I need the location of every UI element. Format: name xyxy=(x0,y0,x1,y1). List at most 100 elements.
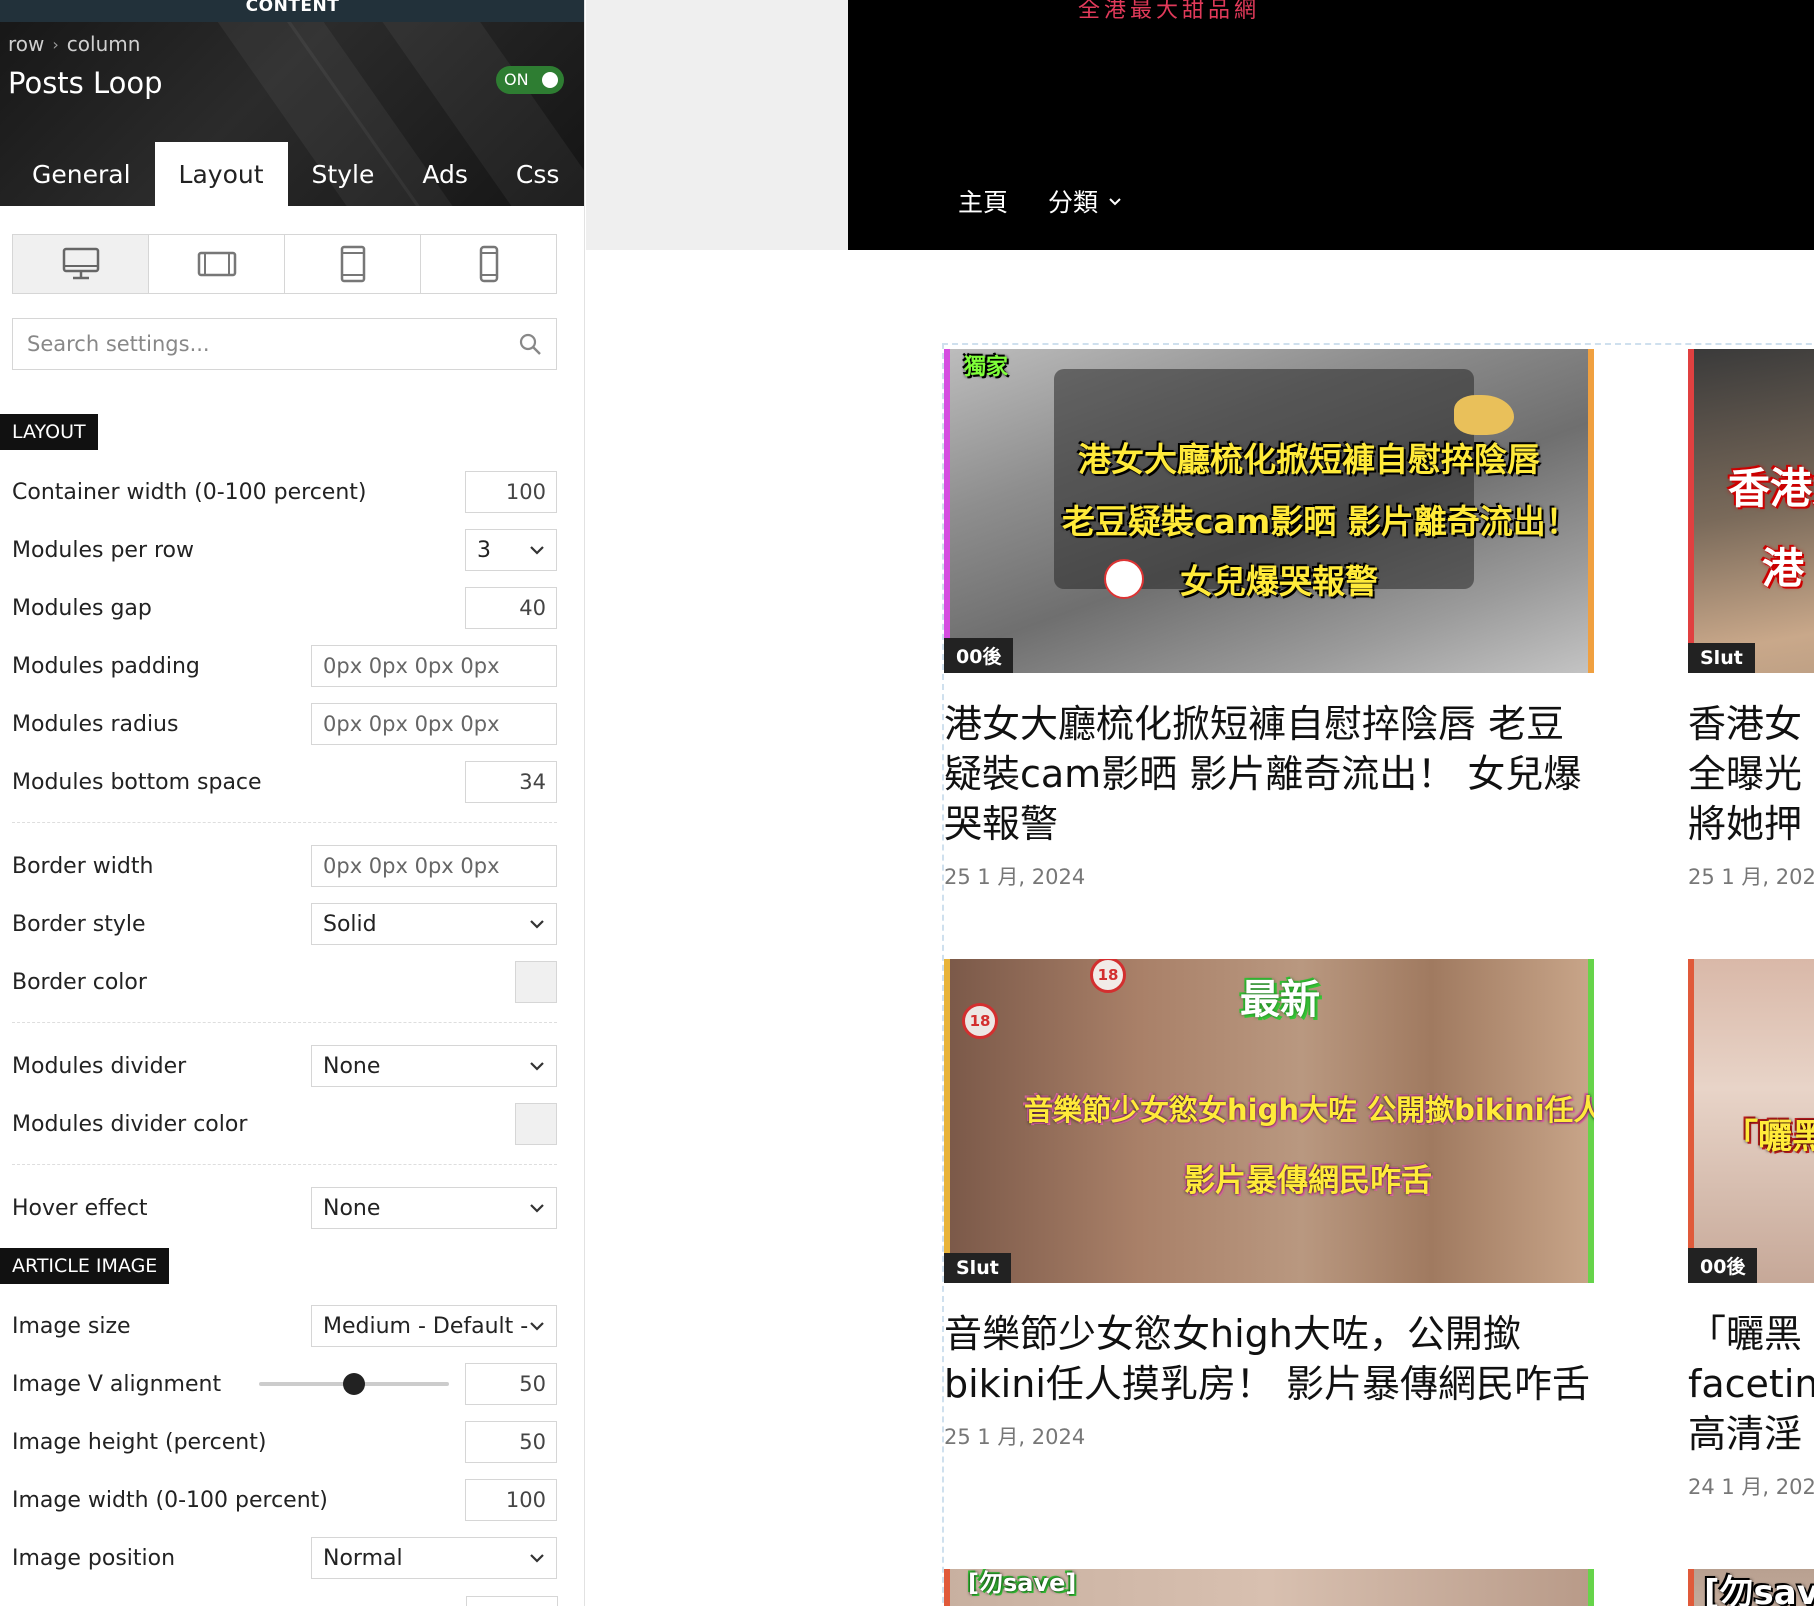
modules-divider-color-label: Modules divider color xyxy=(12,1111,248,1137)
modules-padding-row: Modules padding 0px 0px 0px 0px xyxy=(12,644,557,688)
chevron-down-icon xyxy=(1109,197,1121,205)
post-thumbnail[interactable]: 「曬黑版 00後 xyxy=(1688,959,1814,1283)
category-badge[interactable]: 00後 xyxy=(1688,1248,1758,1283)
device-phone-button[interactable] xyxy=(421,235,556,293)
save-label: [勿save] xyxy=(968,1569,1077,1597)
post-card[interactable]: 香港女 港 Slut 香港女 全曝光 將她押 25 1 月, 2024 xyxy=(1688,349,1814,891)
hover-effect-select[interactable]: None xyxy=(311,1187,557,1229)
image-v-alignment-input[interactable]: 50 xyxy=(465,1363,557,1405)
tab-layout[interactable]: Layout xyxy=(154,142,288,206)
modules-bottom-space-input[interactable]: 34 xyxy=(465,761,557,803)
border-style-value: Solid xyxy=(323,911,377,937)
exclusive-badge: 獨家 xyxy=(964,355,1009,380)
post-thumbnail[interactable]: [勿save xyxy=(1688,1569,1814,1606)
chevron-down-icon xyxy=(530,546,544,555)
image-size-row: Image size Medium - Default - xyxy=(12,1304,557,1348)
post-date: 25 1 月, 2024 xyxy=(944,1425,1086,1449)
post-card[interactable]: 獨家 港女大廳梳化掀短褲自慰捽陰唇 老豆疑裝cam影晒 影片離奇流出！ 女兒爆哭… xyxy=(944,349,1594,891)
image-size-select[interactable]: Medium - Default - xyxy=(311,1305,557,1347)
nav-item-categories[interactable]: 分類 xyxy=(1048,183,1122,219)
post-thumbnail[interactable]: 18 18 最新 音樂節少女慾女high大咗 公開撳bikini任人摸乳房! 影… xyxy=(944,959,1594,1283)
overlay-line: 港 xyxy=(1762,544,1805,593)
image-position-row: Image position Normal xyxy=(12,1536,557,1580)
image-height-row: Image height (percent) 50 xyxy=(12,1420,557,1464)
device-tablet-landscape-button[interactable] xyxy=(149,235,285,293)
modules-gap-label: Modules gap xyxy=(12,595,152,621)
category-badge[interactable]: Slut xyxy=(944,1253,1011,1283)
slider-thumb[interactable] xyxy=(343,1373,365,1395)
modules-radius-label: Modules radius xyxy=(12,711,179,737)
post-date: 24 1 月, 2024 xyxy=(1688,1475,1814,1499)
post-card[interactable]: 18 18 最新 音樂節少女慾女high大咗 公開撳bikini任人摸乳房! 影… xyxy=(944,959,1594,1451)
modules-divider-color-swatch[interactable] xyxy=(515,1103,557,1145)
category-badge[interactable]: 00後 xyxy=(944,638,1014,673)
post-title[interactable]: 港女大廳梳化掀短褲自慰捽陰唇 老豆疑裝cam影晒 影片離奇流出！ 女兒爆哭報警 xyxy=(944,699,1594,849)
device-tablet-portrait-button[interactable] xyxy=(285,235,421,293)
post-thumbnail[interactable]: 香港女 港 Slut xyxy=(1688,349,1814,673)
container-width-input[interactable]: 100 xyxy=(465,471,557,513)
border-style-row: Border style Solid xyxy=(12,902,557,946)
modules-per-row-select[interactable]: 3 xyxy=(465,529,557,571)
device-desktop-button[interactable] xyxy=(13,235,149,293)
image-height-label: Image height (percent) xyxy=(12,1429,267,1455)
tab-css[interactable]: Css xyxy=(492,142,584,206)
category-badge[interactable]: Slut xyxy=(1688,643,1755,673)
overlay-line: 女兒爆哭報警 xyxy=(1180,562,1378,601)
post-card[interactable]: [勿save] xyxy=(944,1569,1594,1606)
image-height-input[interactable]: 50 xyxy=(465,1421,557,1463)
overlay-line: 「曬黑版 xyxy=(1724,1117,1814,1157)
breadcrumb: row › column xyxy=(8,32,140,56)
hover-effect-label: Hover effect xyxy=(12,1195,148,1221)
tab-general[interactable]: General xyxy=(8,142,155,206)
container-width-row: Container width (0-100 percent) 100 xyxy=(12,470,557,514)
modules-bottom-space-row: Modules bottom space 34 xyxy=(12,760,557,804)
search-icon[interactable] xyxy=(518,332,542,356)
module-title: Posts Loop xyxy=(8,66,163,100)
nav-item-categories-label: 分類 xyxy=(1048,188,1099,217)
modules-radius-input[interactable]: 0px 0px 0px 0px xyxy=(311,703,557,745)
nav-item-home[interactable]: 主頁 xyxy=(958,183,1008,219)
border-style-select[interactable]: Solid xyxy=(311,903,557,945)
chevron-down-icon xyxy=(530,1062,544,1071)
post-thumbnail[interactable]: 獨家 港女大廳梳化掀短褲自慰捽陰唇 老豆疑裝cam影晒 影片離奇流出！ 女兒爆哭… xyxy=(944,349,1594,673)
modules-divider-label: Modules divider xyxy=(12,1053,187,1079)
settings-search-input[interactable] xyxy=(27,332,487,356)
divider xyxy=(12,822,557,823)
image-width-input[interactable]: 100 xyxy=(465,1479,557,1521)
container-width-label: Container width (0-100 percent) xyxy=(12,479,367,505)
layout-section-label: LAYOUT xyxy=(0,414,98,450)
modules-bottom-space-label: Modules bottom space xyxy=(12,769,262,795)
tab-ads[interactable]: Ads xyxy=(398,142,492,206)
overlay-line: 影片暴傳網民咋舌 xyxy=(1184,1163,1432,1199)
next-field-input[interactable] xyxy=(466,1596,558,1606)
post-thumbnail[interactable]: [勿save] xyxy=(944,1569,1594,1606)
breadcrumb-row[interactable]: row xyxy=(8,32,44,56)
main-nav: 主頁 分類 xyxy=(958,183,1122,219)
page-preview: 全港最大甜品網 主頁 分類 獨家 港女大廳梳化掀短褲自慰捽陰唇 老豆疑裝cam影… xyxy=(586,0,1814,1606)
post-title[interactable]: 「曬黑 facetin 高清淫 xyxy=(1688,1309,1814,1459)
chevron-down-icon xyxy=(530,920,544,929)
overlay-line: 港女大廳梳化掀短褲自慰捽陰唇 xyxy=(1078,440,1540,479)
modules-padding-input[interactable]: 0px 0px 0px 0px xyxy=(311,645,557,687)
image-position-select[interactable]: Normal xyxy=(311,1537,557,1579)
post-title[interactable]: 香港女 全曝光 將她押 xyxy=(1688,699,1814,849)
site-header: 全港最大甜品網 主頁 分類 xyxy=(848,0,1814,250)
border-color-row: Border color xyxy=(12,960,557,1004)
image-v-alignment-slider[interactable] xyxy=(259,1373,449,1395)
modules-radius-row: Modules radius 0px 0px 0px 0px xyxy=(12,702,557,746)
module-toggle[interactable]: ON xyxy=(496,66,564,94)
border-color-label: Border color xyxy=(12,969,147,995)
modules-divider-value: None xyxy=(323,1053,381,1079)
panel-header: CONTENT row › column Posts Loop ON Gener… xyxy=(0,0,584,206)
post-title[interactable]: 音樂節少女慾女high大咗，公開撳bikini任人摸乳房！ 影片暴傳網民咋舌 xyxy=(944,1309,1594,1409)
border-color-swatch[interactable] xyxy=(515,961,557,1003)
breadcrumb-column[interactable]: column xyxy=(67,32,141,56)
post-card[interactable]: [勿save xyxy=(1688,1569,1814,1606)
tab-style[interactable]: Style xyxy=(288,142,399,206)
modules-per-row-label: Modules per row xyxy=(12,537,195,563)
modules-divider-select[interactable]: None xyxy=(311,1045,557,1087)
border-width-input[interactable]: 0px 0px 0px 0px xyxy=(311,845,557,887)
image-size-value: Medium - Default - xyxy=(323,1313,529,1339)
modules-gap-input[interactable]: 40 xyxy=(465,587,557,629)
post-card[interactable]: 「曬黑版 00後 「曬黑 facetin 高清淫 24 1 月, 2024 xyxy=(1688,959,1814,1501)
